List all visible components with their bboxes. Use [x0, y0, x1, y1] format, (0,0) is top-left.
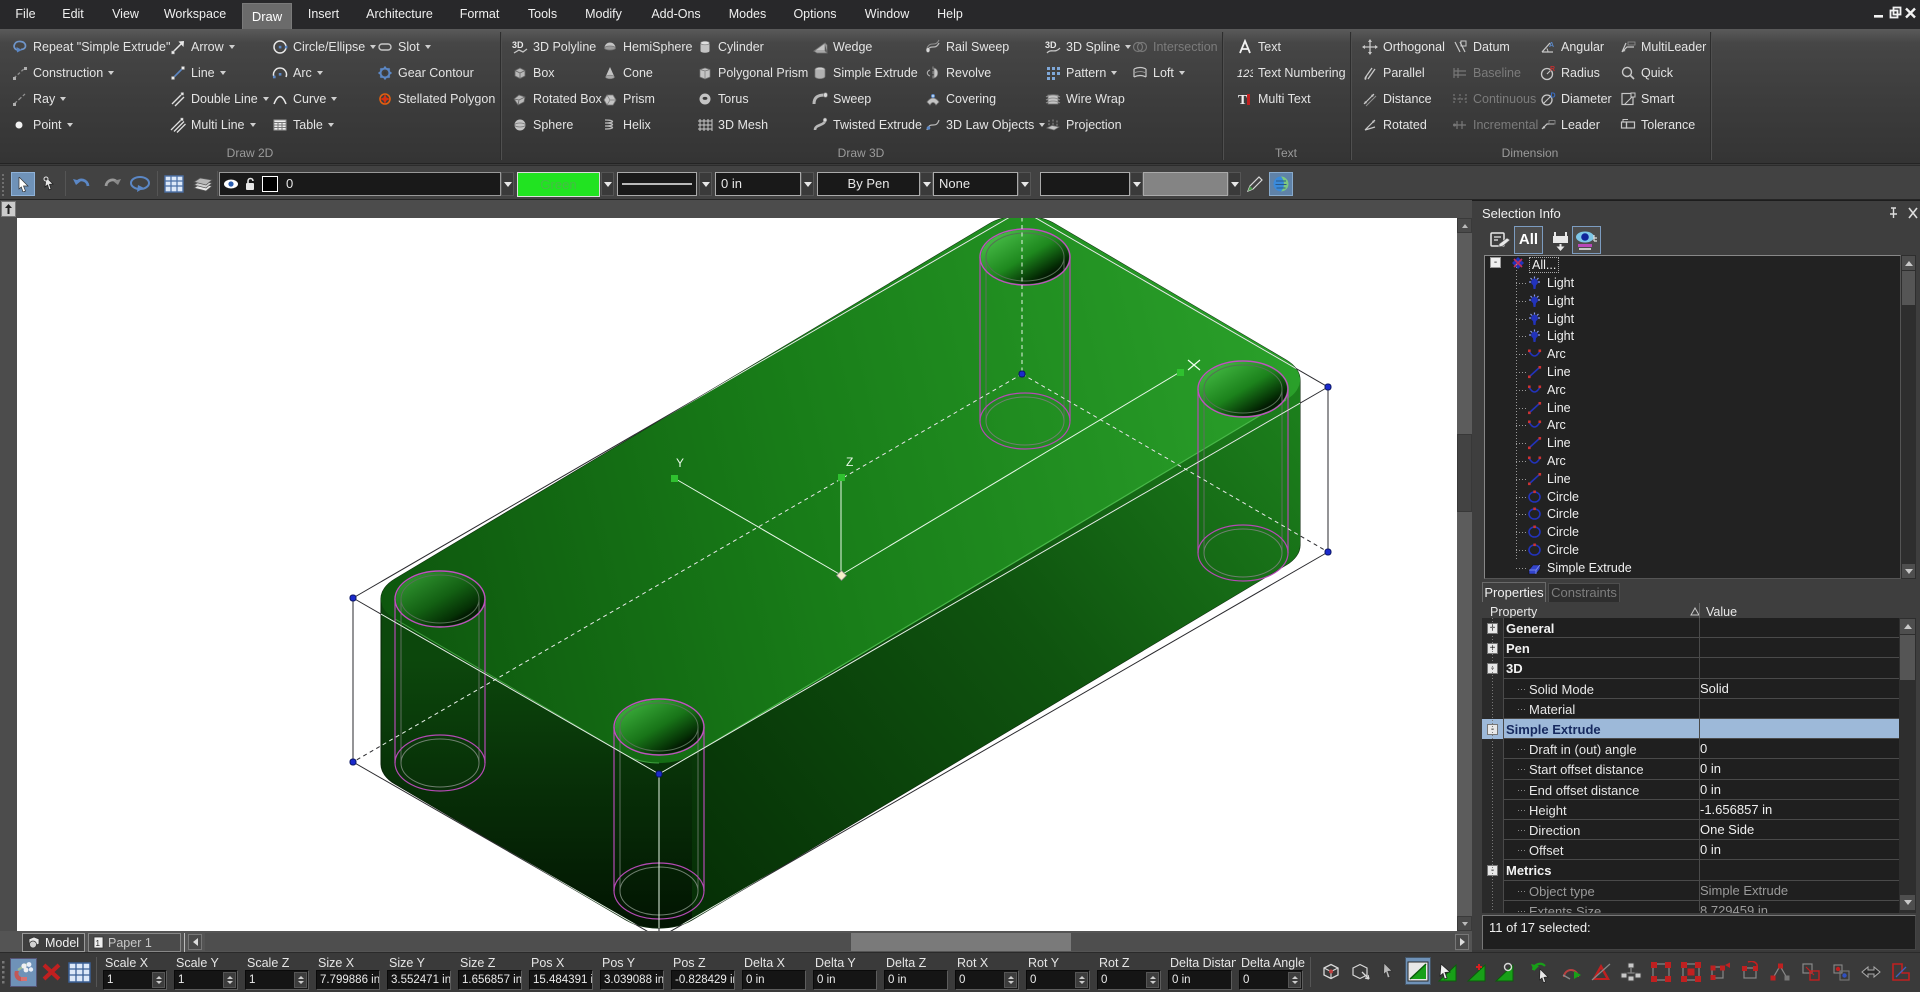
svg-text:3D: 3D [512, 40, 524, 50]
svg-text:T: T [1238, 93, 1248, 107]
svg-text:R: R [1550, 66, 1555, 73]
svg-text:Z: Z [846, 455, 853, 469]
svg-text:D: D [1551, 92, 1556, 99]
svg-text:3D: 3D [1045, 40, 1057, 50]
svg-text:123: 123 [1237, 68, 1253, 80]
svg-text:A: A [1549, 42, 1554, 49]
svg-text:Y: Y [676, 456, 684, 470]
svg-text:1: 1 [96, 939, 101, 948]
